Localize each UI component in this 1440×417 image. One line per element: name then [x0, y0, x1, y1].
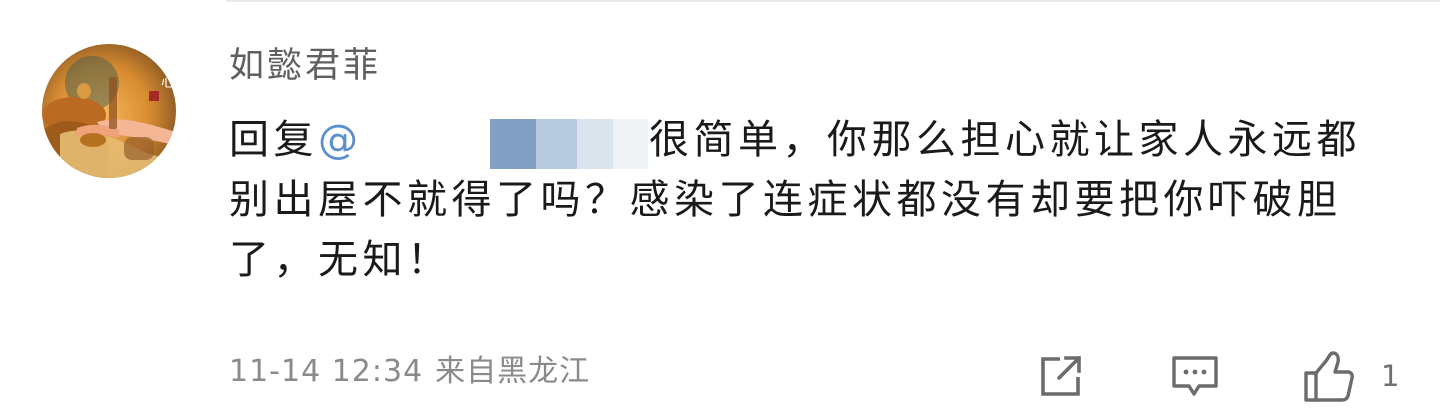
like-icon: [1304, 351, 1354, 402]
avatar-overlay-text: 禅心: [159, 58, 176, 88]
username-link[interactable]: 如懿君菲: [229, 43, 381, 89]
mention-marker[interactable]: @: [318, 117, 358, 163]
source-location: 来自黑龙江: [435, 354, 591, 389]
comment-body: 很简单，你那么担心就让家人永远都别出屋不就得了吗？感染了连症状都没有却要把你吓破…: [229, 117, 1361, 283]
comment-button[interactable]: [1170, 348, 1220, 404]
like-button[interactable]: 1: [1299, 348, 1409, 404]
share-icon: [1041, 356, 1081, 396]
divider: [226, 0, 1440, 2]
comment-item: 禅心 如懿君菲 回复@ 很简单，你那么担心就让家人永远都别出屋不就得了吗？感染了连…: [0, 0, 1440, 417]
pixel-redaction: [490, 119, 648, 169]
comment-icon: [1172, 356, 1218, 396]
share-button[interactable]: [1036, 348, 1086, 404]
reply-prefix: 回复: [229, 117, 318, 163]
avatar[interactable]: 禅心: [42, 44, 176, 178]
like-count: 1: [1381, 359, 1400, 393]
timestamp: 11-14 12:34: [229, 354, 424, 389]
comment-text: 回复@ 很简单，你那么担心就让家人永远都别出屋不就得了吗？感染了连症状都没有却要把…: [229, 110, 1399, 290]
comment-meta: 11-14 12:34 来自黑龙江: [229, 352, 590, 392]
